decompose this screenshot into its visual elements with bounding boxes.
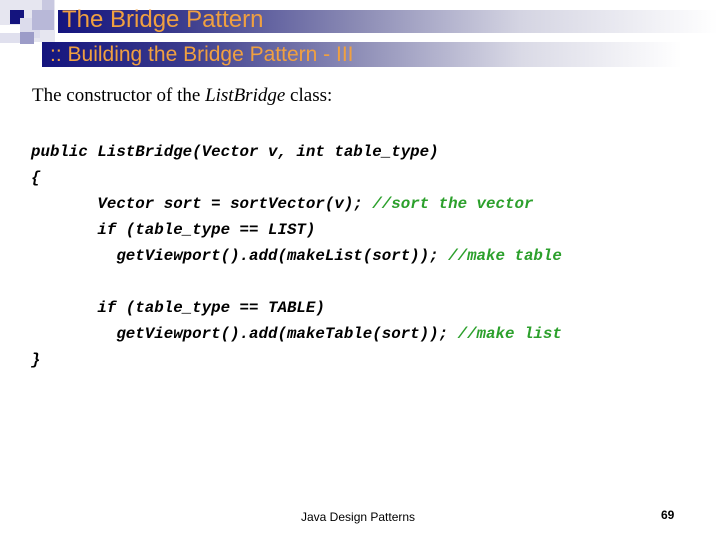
code-text: getViewport().add(makeTable(sort));: [31, 325, 458, 343]
intro-prefix: The constructor of the: [32, 85, 206, 106]
intro-text: The constructor of the ListBridge class:: [32, 85, 332, 107]
code-line: {: [31, 165, 562, 191]
slide-title: The Bridge Pattern: [62, 6, 264, 33]
deco-square: [0, 33, 20, 43]
intro-class-name: ListBridge: [205, 85, 286, 106]
code-text: getViewport().add(makeList(sort));: [31, 247, 449, 265]
code-text: }: [31, 351, 41, 369]
code-text: public ListBridge(Vector v, int table_ty…: [31, 143, 439, 161]
code-line: public ListBridge(Vector v, int table_ty…: [31, 139, 562, 165]
code-block: public ListBridge(Vector v, int table_ty…: [31, 139, 562, 373]
footer-text: Java Design Patterns: [301, 510, 416, 524]
deco-square: [42, 0, 54, 10]
code-line: if (table_type == LIST): [31, 217, 562, 243]
code-text: {: [31, 169, 41, 187]
deco-square: [32, 10, 54, 30]
intro-suffix: class:: [285, 85, 333, 106]
code-text: if (table_type == TABLE): [31, 299, 325, 317]
slide-subtitle: :: Building the Bridge Pattern - III: [50, 43, 354, 66]
code-text: Vector sort = sortVector(v);: [31, 195, 373, 213]
page-number: 69: [661, 508, 675, 522]
code-line: if (table_type == TABLE): [31, 295, 562, 321]
code-comment: //make list: [457, 325, 562, 343]
code-line: getViewport().add(makeList(sort)); //mak…: [31, 243, 562, 269]
code-comment: //make table: [448, 247, 562, 265]
deco-square: [20, 32, 34, 44]
code-line: Vector sort = sortVector(v); //sort the …: [31, 191, 562, 217]
code-line: getViewport().add(makeTable(sort)); //ma…: [31, 321, 562, 347]
code-line: }: [31, 347, 562, 373]
code-text: if (table_type == LIST): [31, 221, 316, 239]
code-comment: //sort the vector: [372, 195, 534, 213]
